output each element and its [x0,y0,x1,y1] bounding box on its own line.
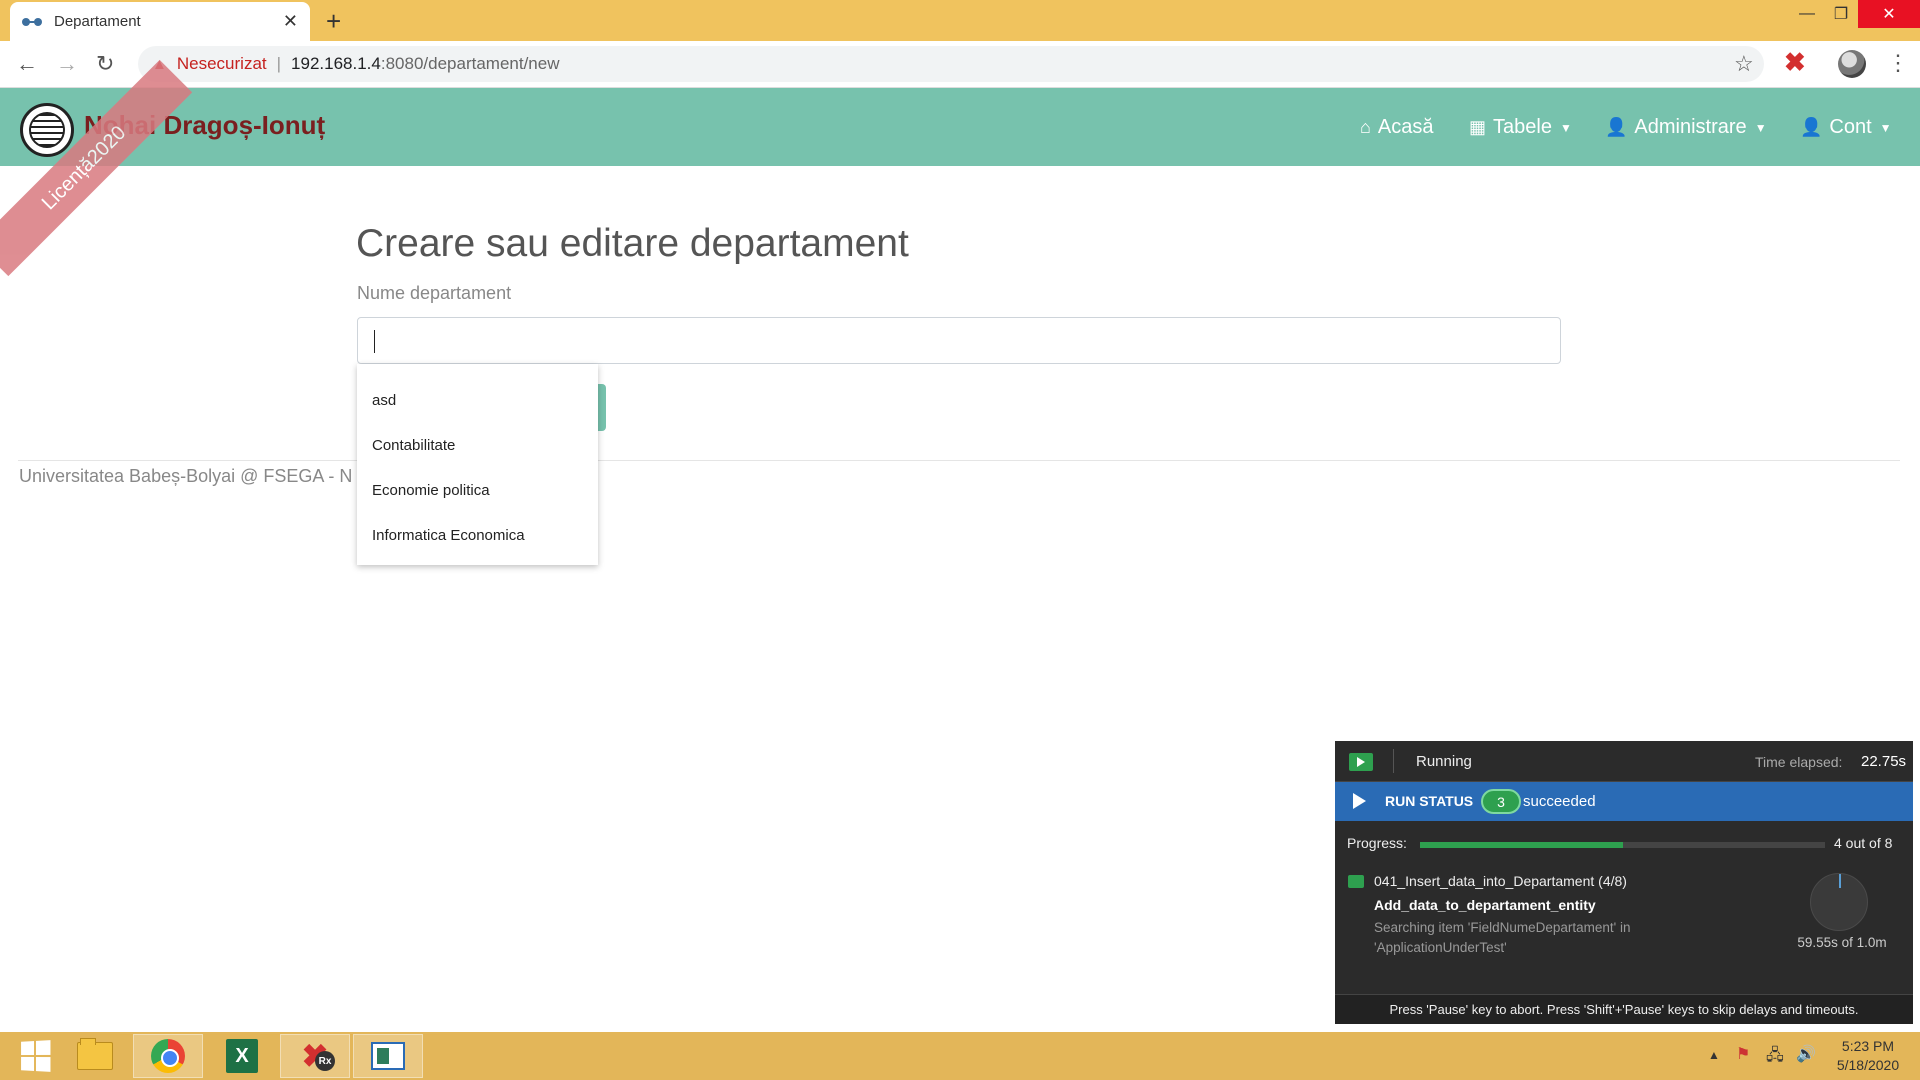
test-module-name: Add_data_to_departament_entity [1374,897,1596,913]
browser-tab[interactable]: Departament ✕ [10,2,310,41]
timeout-timer-label: 59.55s of 1.0m [1797,935,1887,950]
ranorex-extension-icon[interactable]: ✖ [1784,47,1806,78]
maximize-window-button[interactable]: ❐ [1824,0,1858,28]
page-title: Creare sau editare departament [356,222,909,265]
close-window-button[interactable]: ✕ [1858,0,1920,28]
nav-item-tabele[interactable]: ▦ Tabele ▼ [1469,116,1572,139]
nav-item-acasa[interactable]: ⌂ Acasă [1360,116,1433,139]
browser-toolbar: ← → ↻ ▲ Nesecurizat | 192.168.1.4:8080/d… [0,41,1920,88]
home-icon: ⌂ [1360,117,1371,137]
windows-taskbar: X ✖Rx [0,1032,1920,1080]
nav-label: Cont [1829,116,1872,138]
action-center-flag-icon[interactable]: ⚑ [1736,1044,1750,1064]
show-hidden-icons-icon[interactable]: ▲ [1708,1048,1720,1062]
taskbar-ranorex[interactable]: ✖Rx [280,1034,350,1078]
run-state: Running [1416,753,1472,770]
text-cursor [374,330,375,353]
test-case-icon [1348,875,1364,888]
site-favicon-icon [22,17,42,27]
succeeded-label: succeeded [1523,793,1596,810]
app-navbar: Nohai Dragoș-Ionuț ⌂ Acasă ▦ Tabele ▼ 👤 … [0,88,1920,166]
url-path: :8080/departament/new [380,54,560,73]
nav-item-administrare[interactable]: 👤 Administrare ▼ [1605,116,1767,139]
progress-bar-fill [1420,842,1623,848]
nav-label: Administrare [1634,116,1747,138]
run-panel-hint: Press 'Pause' key to abort. Press 'Shift… [1335,994,1913,1024]
new-tab-button[interactable]: + [326,6,341,37]
taskbar-app[interactable] [353,1034,423,1078]
progress-label: Progress: [1347,835,1407,851]
windows-logo-icon [21,1040,51,1072]
minimize-window-button[interactable]: — [1790,0,1824,28]
current-test-item: 041_Insert_data_into_Departament (4/8) A… [1335,865,1913,983]
nav-label: Tabele [1493,116,1552,138]
system-clock[interactable]: 5:23 PM 5/18/2020 [1820,1037,1916,1075]
tab-close-icon[interactable]: ✕ [283,11,298,32]
caret-down-icon: ▼ [1559,120,1572,135]
user-icon: 👤 [1800,117,1823,137]
tab-title: Departament [54,13,141,30]
forward-arrow-icon[interactable]: → [56,51,78,77]
university-logo[interactable] [20,103,74,157]
progress-row: Progress: 4 out of 8 [1335,821,1913,865]
autocomplete-option[interactable]: Informatica Economica [357,513,598,558]
autocomplete-dropdown: asd Contabilitate Economie politica Info… [357,364,598,565]
taskbar-chrome[interactable] [133,1034,203,1078]
autocomplete-option[interactable]: Economie politica [357,468,598,513]
reload-icon[interactable]: ↻ [96,51,114,77]
taskbar-excel[interactable]: X [207,1034,277,1078]
test-case-title: 041_Insert_data_into_Departament (4/8) [1374,873,1627,889]
test-action-description: Searching item 'FieldNumeDepartament' in… [1374,920,1631,955]
nume-departament-field[interactable] [357,317,1561,364]
run-status-bar[interactable]: RUN STATUS 3 succeeded [1335,782,1913,821]
run-panel-header: Running Time elapsed: 22.75s [1335,741,1913,782]
timeout-timer-icon [1810,873,1868,931]
field-label: Nume departament [357,283,512,303]
ranorex-badge: Rx [315,1051,335,1071]
table-icon: ▦ [1469,117,1487,137]
run-status-panel: Running Time elapsed: 22.75s RUN STATUS … [1335,741,1913,1024]
nume-departament-input[interactable] [358,318,1560,363]
address-bar[interactable]: ▲ Nesecurizat | 192.168.1.4:8080/departa… [138,46,1764,82]
excel-icon: X [226,1039,258,1073]
url-host: 192.168.1.4 [291,54,381,73]
nav-item-cont[interactable]: 👤 Cont ▼ [1800,116,1892,139]
clock-time: 5:23 PM [1841,1038,1895,1054]
bookmark-star-icon[interactable]: ☆ [1734,51,1754,77]
clock-date: 5/18/2020 [1836,1057,1900,1073]
browser-menu-icon[interactable]: ⋮ [1887,50,1909,76]
autocomplete-option[interactable]: asd [357,378,598,423]
running-flag-icon [1349,753,1373,771]
folder-icon [77,1038,113,1070]
footer-text: Universitatea Babeș-Bolyai @ FSEGA - N [19,466,353,486]
ranorex-icon: ✖Rx [297,1038,335,1074]
volume-icon[interactable]: 🔊 [1796,1044,1816,1064]
caret-down-icon: ▼ [1754,120,1767,135]
back-arrow-icon[interactable]: ← [16,51,38,77]
header-divider [1393,749,1394,773]
progress-count: 4 out of 8 [1834,835,1893,851]
chrome-icon [151,1039,185,1073]
nav-label: Acasă [1377,116,1434,138]
security-status[interactable]: Nesecurizat [177,54,267,74]
caret-down-icon: ▼ [1879,120,1892,135]
app-window-icon [371,1042,405,1070]
user-plus-icon: 👤 [1605,117,1628,137]
footer-divider [18,460,1900,461]
profile-avatar[interactable] [1838,50,1866,78]
progress-bar [1420,842,1825,848]
run-status-label: RUN STATUS [1385,793,1474,809]
elapsed-label: Time elapsed: [1755,754,1843,770]
autocomplete-option[interactable]: Contabilitate [357,423,598,468]
network-icon[interactable]: 🖧 [1766,1044,1784,1071]
play-icon [1353,793,1366,809]
taskbar-file-explorer[interactable] [60,1034,130,1078]
url-separator: | [276,54,282,73]
elapsed-value: 22.75s [1861,753,1907,770]
succeeded-count-badge: 3 [1481,789,1521,814]
browser-tab-strip: Departament ✕ + — ❐ ✕ [0,0,1920,41]
